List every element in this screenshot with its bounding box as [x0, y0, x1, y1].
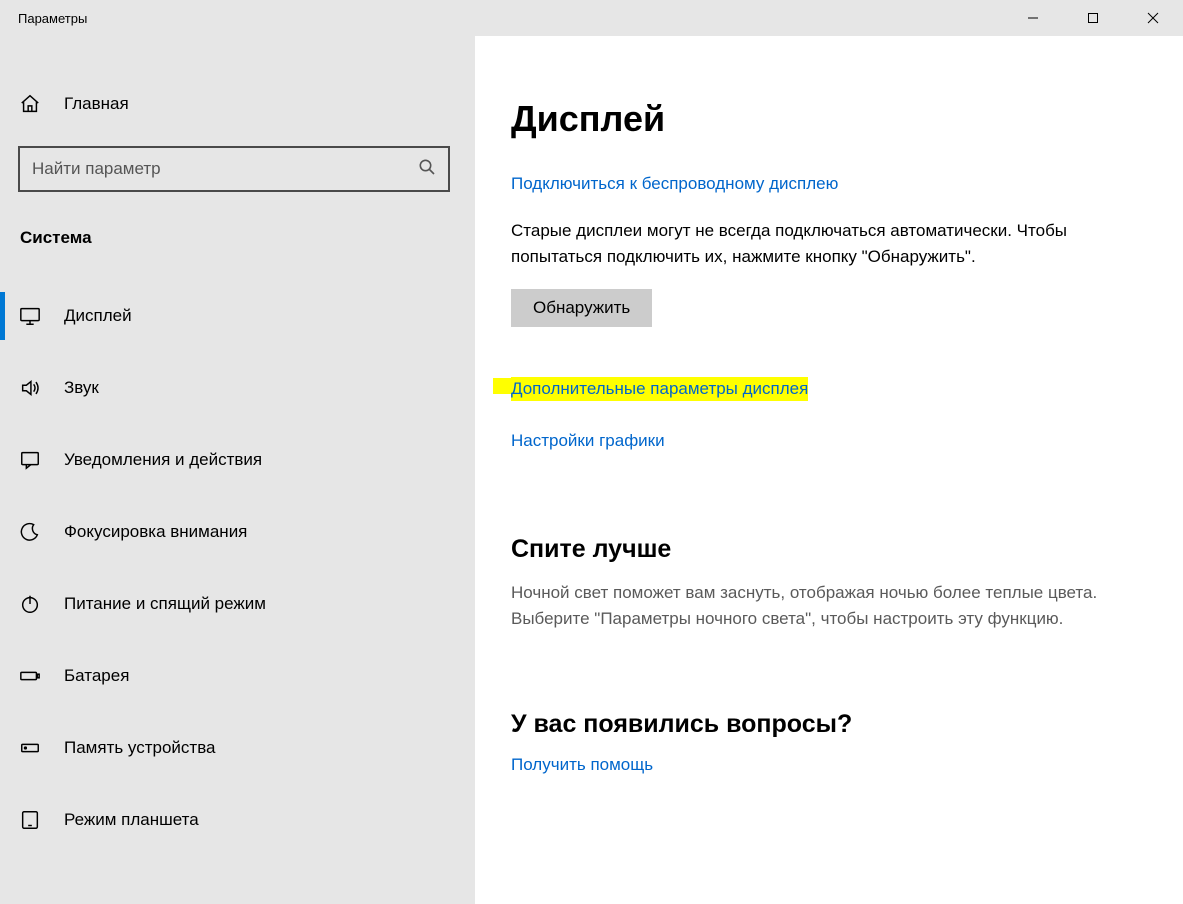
- nav-item-sound[interactable]: Звук: [0, 352, 475, 424]
- get-help-link[interactable]: Получить помощь: [511, 755, 653, 775]
- power-icon: [18, 592, 42, 616]
- nav-item-label: Батарея: [64, 666, 129, 686]
- page-title: Дисплей: [511, 98, 1153, 140]
- nav-item-storage[interactable]: Память устройства: [0, 712, 475, 784]
- nav-item-display[interactable]: Дисплей: [0, 280, 475, 352]
- content: Дисплей Подключиться к беспроводному дис…: [475, 36, 1183, 904]
- search-input[interactable]: [32, 159, 418, 179]
- nav-item-label: Память устройства: [64, 738, 216, 758]
- advanced-display-link[interactable]: Дополнительные параметры дисплея: [511, 377, 808, 401]
- search-box[interactable]: [18, 146, 450, 192]
- nav-item-label: Звук: [64, 378, 99, 398]
- sleep-better-description: Ночной свет поможет вам заснуть, отображ…: [511, 580, 1121, 633]
- nav-list: Дисплей Звук Уведомления и действия: [0, 280, 475, 856]
- nav-item-label: Дисплей: [64, 306, 132, 326]
- home-icon: [18, 92, 42, 116]
- window-controls: [1003, 0, 1183, 36]
- display-icon: [18, 304, 42, 328]
- storage-icon: [18, 736, 42, 760]
- maximize-icon: [1087, 12, 1099, 24]
- nav-item-power[interactable]: Питание и спящий режим: [0, 568, 475, 640]
- nav-item-label: Уведомления и действия: [64, 450, 262, 470]
- minimize-icon: [1027, 12, 1039, 24]
- nav-item-label: Питание и спящий режим: [64, 594, 266, 614]
- minimize-button[interactable]: [1003, 0, 1063, 36]
- battery-icon: [18, 664, 42, 688]
- nav-item-label: Режим планшета: [64, 810, 199, 830]
- focus-icon: [18, 520, 42, 544]
- help-heading: У вас появились вопросы?: [511, 710, 1153, 739]
- maximize-button[interactable]: [1063, 0, 1123, 36]
- wireless-display-link[interactable]: Подключиться к беспроводному дисплею: [511, 174, 838, 194]
- sleep-better-heading: Спите лучше: [511, 535, 1153, 564]
- tablet-icon: [18, 808, 42, 832]
- sound-icon: [18, 376, 42, 400]
- titlebar: Параметры: [0, 0, 1183, 36]
- close-button[interactable]: [1123, 0, 1183, 36]
- detect-button[interactable]: Обнаружить: [511, 289, 652, 327]
- sidebar-section-header: Система: [0, 220, 475, 258]
- sidebar: Главная Система Дисплей: [0, 36, 475, 904]
- graphics-settings-link[interactable]: Настройки графики: [511, 431, 665, 451]
- nav-item-focus[interactable]: Фокусировка внимания: [0, 496, 475, 568]
- nav-home[interactable]: Главная: [0, 84, 475, 124]
- nav-item-notifications[interactable]: Уведомления и действия: [0, 424, 475, 496]
- search-icon: [418, 158, 436, 181]
- nav-item-tablet[interactable]: Режим планшета: [0, 784, 475, 856]
- nav-item-battery[interactable]: Батарея: [0, 640, 475, 712]
- nav-home-label: Главная: [64, 94, 129, 114]
- old-displays-description: Старые дисплеи могут не всегда подключат…: [511, 218, 1153, 271]
- nav-item-label: Фокусировка внимания: [64, 522, 247, 542]
- close-icon: [1147, 12, 1159, 24]
- highlight-marker: [493, 378, 511, 394]
- notifications-icon: [18, 448, 42, 472]
- window-title: Параметры: [18, 11, 87, 26]
